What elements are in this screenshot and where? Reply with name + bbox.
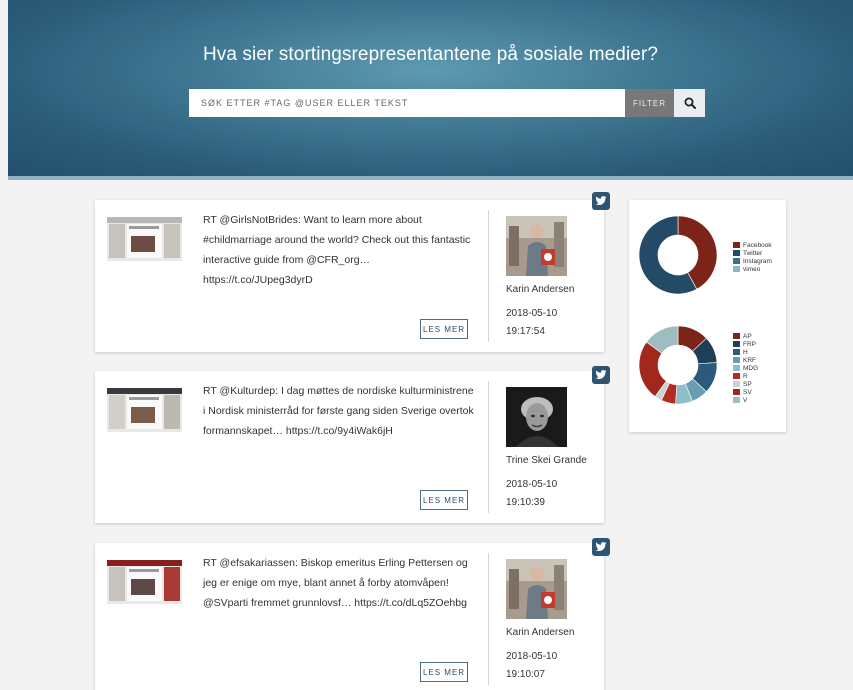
legend-swatch <box>733 349 740 355</box>
post-time: 19:10:07 <box>506 669 545 680</box>
avatar[interactable] <box>506 216 567 276</box>
filter-button[interactable]: FILTER <box>625 89 674 117</box>
post-card: RT @Kulturdep: I dag møttes de nordiske … <box>95 371 604 523</box>
post-author[interactable]: Trine Skei Grande <box>506 455 587 466</box>
post-date: 2018-05-10 <box>506 479 558 490</box>
legend-label: FRP <box>743 340 756 348</box>
legend-label: SP <box>743 380 752 388</box>
legend-swatch <box>733 381 740 387</box>
legend-swatch <box>733 266 740 272</box>
legend-swatch <box>733 341 740 347</box>
read-more-button[interactable]: LES MER <box>420 662 468 682</box>
legend-label: Instagram <box>743 257 772 265</box>
legend-swatch <box>733 389 740 395</box>
post-author[interactable]: Karin Andersen <box>506 627 574 638</box>
post-text: RT @Kulturdep: I dag møttes de nordiske … <box>203 385 474 437</box>
legend-item-facebook[interactable]: Facebook <box>733 241 772 249</box>
page-title: Hva sier stortingsrepresentantene på sos… <box>202 44 659 65</box>
platform-donut-chart <box>639 216 718 295</box>
search-input[interactable] <box>189 89 625 117</box>
legend-label: H <box>743 348 748 356</box>
legend-label: vimeo <box>743 265 761 273</box>
legend-label: SV <box>743 388 752 396</box>
legend-label: AP <box>743 332 752 340</box>
legend-item-mdg[interactable]: MDG <box>733 364 758 372</box>
legend-label: V <box>743 396 748 404</box>
party-legend: AP FRP H KRF MDG R SP SV V <box>733 332 758 404</box>
avatar[interactable] <box>506 559 567 619</box>
legend-item-twitter[interactable]: Twitter <box>733 249 772 257</box>
card-divider <box>488 381 489 513</box>
party-donut-chart <box>639 326 718 405</box>
read-more-button[interactable]: LES MER <box>420 490 468 510</box>
legend-swatch <box>733 397 740 403</box>
legend-item-sp[interactable]: SP <box>733 380 758 388</box>
card-divider <box>488 553 489 685</box>
legend-swatch <box>733 357 740 363</box>
post-card: RT @efsakariassen: Biskop emeritus Erlin… <box>95 543 604 690</box>
twitter-icon[interactable] <box>592 192 610 210</box>
legend-item-frp[interactable]: FRP <box>733 340 758 348</box>
platform-legend: Facebook Twitter Instagram vimeo <box>733 241 772 273</box>
legend-label: Twitter <box>743 249 763 257</box>
post-text: RT @efsakariassen: Biskop emeritus Erlin… <box>203 557 468 609</box>
legend-item-r[interactable]: R <box>733 372 758 380</box>
post-author[interactable]: Karin Andersen <box>506 284 574 295</box>
legend-swatch <box>733 373 740 379</box>
legend-swatch <box>733 365 740 371</box>
legend-swatch <box>733 242 740 248</box>
legend-swatch <box>733 250 740 256</box>
post-thumbnail[interactable] <box>107 560 182 604</box>
post-text: RT @GirlsNotBrides: Want to learn more a… <box>203 214 471 286</box>
legend-swatch <box>733 333 740 339</box>
legend-label: R <box>743 372 748 380</box>
search-button[interactable] <box>674 89 705 117</box>
legend-label: Facebook <box>743 241 772 249</box>
legend-item-vimeo[interactable]: vimeo <box>733 265 772 273</box>
legend-item-instagram[interactable]: Instagram <box>733 257 772 265</box>
post-card: RT @GirlsNotBrides: Want to learn more a… <box>95 200 604 352</box>
twitter-icon[interactable] <box>592 366 610 384</box>
legend-item-v[interactable]: V <box>733 396 758 404</box>
legend-item-sv[interactable]: SV <box>733 388 758 396</box>
card-divider <box>488 210 489 342</box>
legend-swatch <box>733 258 740 264</box>
post-date: 2018-05-10 <box>506 308 558 319</box>
legend-item-ap[interactable]: AP <box>733 332 758 340</box>
post-time: 19:17:54 <box>506 326 545 337</box>
legend-label: MDG <box>743 364 759 372</box>
legend-item-krf[interactable]: KRF <box>733 356 758 364</box>
stats-panel: Facebook Twitter Instagram vimeo AP FRP H KRF M… <box>629 200 786 432</box>
legend-item-h[interactable]: H <box>733 348 758 356</box>
search-icon <box>684 97 696 109</box>
post-thumbnail[interactable] <box>107 388 182 432</box>
avatar[interactable] <box>506 387 567 447</box>
header-banner: Hva sier stortingsrepresentantene på sos… <box>8 0 853 180</box>
twitter-icon[interactable] <box>592 538 610 556</box>
legend-label: KRF <box>743 356 756 364</box>
post-date: 2018-05-10 <box>506 651 558 662</box>
post-thumbnail[interactable] <box>107 217 182 261</box>
post-time: 19:10:39 <box>506 497 545 508</box>
read-more-button[interactable]: LES MER <box>420 319 468 339</box>
